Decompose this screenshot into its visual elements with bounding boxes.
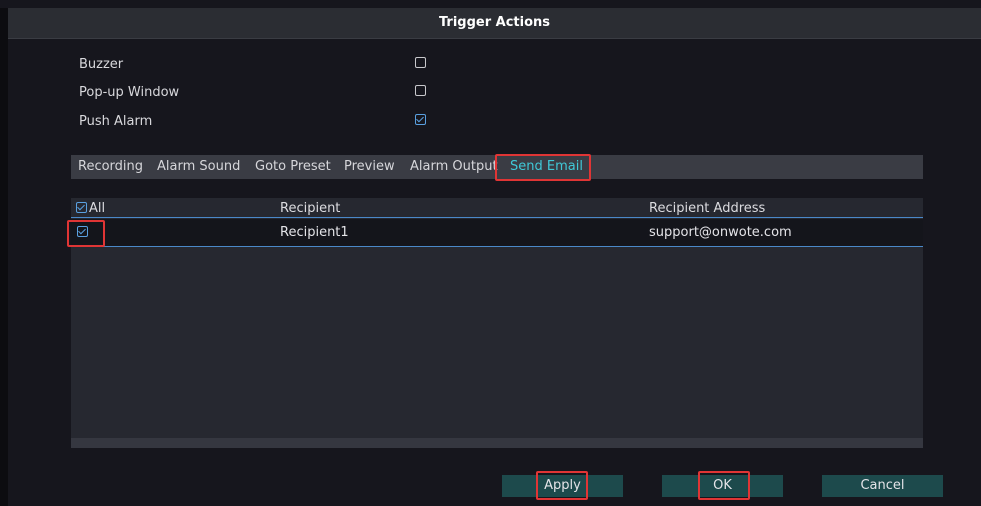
dialog-title-bar: Trigger Actions	[8, 8, 981, 39]
popup-window-checkbox[interactable]	[415, 85, 426, 96]
buzzer-checkbox[interactable]	[415, 57, 426, 68]
recipient-address: support@onwote.com	[649, 225, 792, 240]
buzzer-label: Buzzer	[79, 57, 124, 72]
tab-preview[interactable]: Preview	[344, 159, 395, 174]
popup-window-label: Pop-up Window	[79, 85, 180, 100]
send-email-highlight	[495, 154, 591, 181]
tab-alarm-output[interactable]: Alarm Output	[410, 159, 498, 174]
apply-highlight	[536, 471, 588, 500]
recipient-table: All Recipient Recipient Address Recipien…	[71, 198, 923, 448]
cancel-button[interactable]: Cancel	[822, 475, 943, 497]
select-all-checkbox[interactable]	[76, 202, 87, 213]
left-edge	[0, 8, 8, 506]
tab-recording[interactable]: Recording	[78, 159, 143, 174]
table-scrollbar[interactable]	[71, 438, 923, 448]
tab-goto-preset[interactable]: Goto Preset	[255, 159, 331, 174]
table-row[interactable]: Recipient1 support@onwote.com	[71, 219, 923, 247]
trigger-actions-dialog: Trigger Actions Buzzer Pop-up Window Pus…	[0, 0, 981, 506]
dialog-title: Trigger Actions	[438, 15, 551, 30]
table-header: All Recipient Recipient Address	[71, 198, 923, 218]
ok-highlight	[698, 471, 750, 500]
row-checkbox-highlight	[67, 220, 105, 247]
recipient-name: Recipient1	[280, 225, 349, 240]
push-alarm-checkbox[interactable]	[415, 114, 426, 125]
column-header-recipient[interactable]: Recipient	[280, 201, 340, 216]
push-alarm-label: Push Alarm	[79, 114, 153, 129]
tab-alarm-sound[interactable]: Alarm Sound	[157, 159, 240, 174]
column-header-recipient-address[interactable]: Recipient Address	[649, 201, 765, 216]
column-header-all: All	[89, 201, 106, 216]
